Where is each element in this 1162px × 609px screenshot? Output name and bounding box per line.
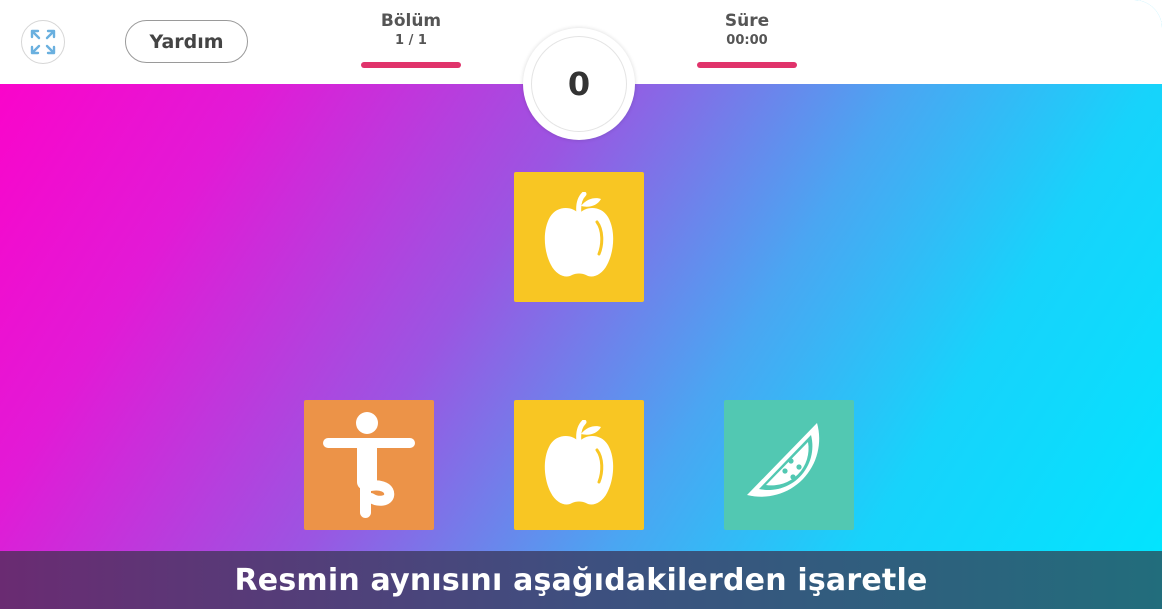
apple-icon bbox=[544, 420, 614, 505]
option-card-watermelon[interactable] bbox=[724, 400, 854, 530]
time-bar bbox=[697, 62, 797, 68]
game-screen: Yardım Bölüm 1 / 1 Süre 00:00 0 Resmin a… bbox=[0, 0, 1162, 609]
watermelon-slice-icon bbox=[747, 423, 820, 497]
score-value: 0 bbox=[531, 36, 627, 132]
time-label: Süre bbox=[724, 11, 770, 31]
level-value: 1 / 1 bbox=[395, 33, 427, 48]
level-label: Bölüm bbox=[380, 11, 442, 31]
time-indicator: Süre 00:00 bbox=[692, 10, 802, 68]
option-card-person[interactable] bbox=[304, 400, 434, 530]
fullscreen-button[interactable] bbox=[21, 20, 65, 64]
time-value: 00:00 bbox=[726, 33, 768, 48]
level-bar bbox=[361, 62, 461, 68]
expand-icon bbox=[30, 29, 56, 55]
person-balance-icon bbox=[323, 412, 415, 518]
target-card bbox=[514, 172, 644, 302]
score-badge: 0 bbox=[523, 28, 635, 140]
instruction-bar: Resmin aynısını aşağıdakilerden işaretle bbox=[0, 551, 1162, 609]
help-button[interactable]: Yardım bbox=[125, 20, 248, 63]
instruction-text: Resmin aynısını aşağıdakilerden işaretle bbox=[234, 562, 928, 598]
option-card-apple[interactable] bbox=[514, 400, 644, 530]
apple-icon bbox=[544, 192, 614, 277]
level-indicator: Bölüm 1 / 1 bbox=[356, 10, 466, 68]
